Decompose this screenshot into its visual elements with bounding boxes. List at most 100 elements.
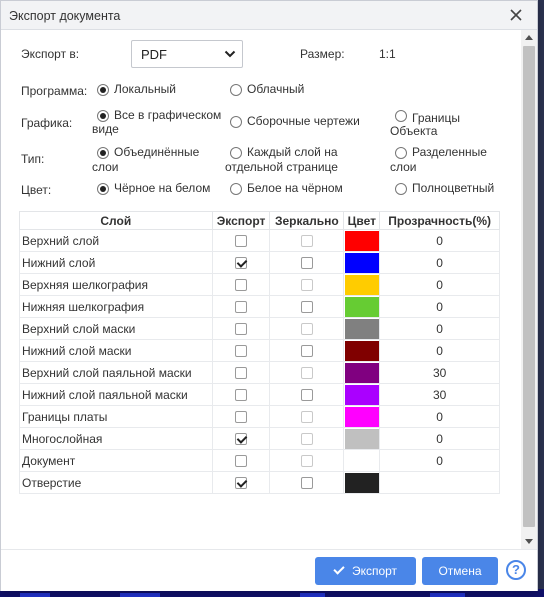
export-format-select[interactable]: PDF bbox=[131, 40, 243, 68]
export-checkbox[interactable] bbox=[235, 257, 248, 270]
layer-name: Верхний слой bbox=[19, 229, 213, 252]
table-row: Верхний слой паяльной маски 30 bbox=[19, 361, 500, 384]
color-swatch[interactable] bbox=[344, 428, 379, 449]
scroll-up-icon[interactable] bbox=[525, 35, 533, 40]
export-checkbox[interactable] bbox=[235, 345, 248, 358]
export-checkbox[interactable] bbox=[235, 367, 248, 380]
export-cell bbox=[211, 405, 271, 428]
mirror-cell bbox=[269, 229, 345, 252]
export-cell bbox=[211, 251, 271, 274]
radio-label: Белое на чёрном bbox=[247, 181, 343, 195]
table-row: Нижний слой 0 bbox=[19, 251, 500, 274]
radio-label-line2: Объекта bbox=[390, 124, 438, 138]
transparency-cell: 30 bbox=[379, 383, 500, 406]
layer-name: Отверстие bbox=[19, 471, 213, 494]
layer-name: Нижний слой bbox=[19, 251, 213, 274]
mirror-checkbox bbox=[300, 279, 313, 292]
export-checkbox[interactable] bbox=[235, 477, 248, 490]
dialog-titlebar: Экспорт документа bbox=[1, 1, 537, 30]
export-format-value: PDF bbox=[141, 47, 167, 62]
scrollbar-thumb[interactable] bbox=[523, 46, 535, 527]
transparency-cell: 0 bbox=[379, 427, 500, 450]
color-cell bbox=[343, 273, 381, 296]
help-icon[interactable]: ? bbox=[506, 560, 526, 580]
header-transparency: Прозрачность(%) bbox=[379, 211, 500, 230]
color-cell bbox=[343, 295, 381, 318]
close-icon[interactable] bbox=[507, 6, 525, 24]
graphics-label: Графика: bbox=[21, 116, 73, 130]
scroll-down-icon[interactable] bbox=[525, 539, 533, 544]
mirror-cell bbox=[269, 251, 345, 274]
table-row: Отверстие bbox=[19, 471, 500, 494]
color-swatch[interactable] bbox=[344, 472, 379, 493]
export-checkbox[interactable] bbox=[235, 433, 248, 446]
table-row: Верхняя шелкография 0 bbox=[19, 273, 500, 296]
export-checkbox[interactable] bbox=[235, 301, 248, 314]
transparency-cell: 0 bbox=[379, 449, 500, 472]
table-row: Нижняя шелкография 0 bbox=[19, 295, 500, 318]
export-checkbox[interactable] bbox=[235, 279, 248, 292]
transparency-cell: 0 bbox=[379, 251, 500, 274]
background-canvas-edge bbox=[538, 0, 544, 597]
export-checkbox[interactable] bbox=[235, 235, 248, 248]
type-label: Тип: bbox=[21, 152, 45, 166]
table-header-row: Слой Экспорт Зеркально Цвет Прозрачность… bbox=[19, 211, 500, 230]
radio-dot bbox=[97, 147, 109, 159]
mirror-cell bbox=[269, 471, 345, 494]
color-cell bbox=[343, 471, 381, 494]
color-swatch[interactable] bbox=[344, 384, 379, 405]
vertical-scrollbar[interactable] bbox=[521, 30, 537, 549]
radio-label-line2: слои bbox=[390, 160, 417, 174]
color-swatch[interactable] bbox=[344, 274, 379, 295]
color-swatch[interactable] bbox=[344, 340, 379, 361]
layer-name: Верхний слой паяльной маски bbox=[19, 361, 213, 384]
export-cell bbox=[211, 383, 271, 406]
color-swatch[interactable] bbox=[344, 296, 379, 317]
dialog-content: Экспорт в: PDF Размер: 1:1 Программа: Ло… bbox=[1, 30, 521, 549]
transparency-cell: 0 bbox=[379, 405, 500, 428]
table-row: Верхний слой 0 bbox=[19, 229, 500, 252]
color-swatch[interactable] bbox=[344, 406, 379, 427]
table-row: Нижний слой паяльной маски 30 bbox=[19, 383, 500, 406]
radio-label: Облачный bbox=[247, 82, 305, 96]
mirror-checkbox[interactable] bbox=[300, 389, 313, 402]
mirror-checkbox[interactable] bbox=[300, 477, 313, 490]
color-swatch[interactable] bbox=[344, 230, 379, 251]
export-checkbox[interactable] bbox=[235, 389, 248, 402]
transparency-cell: 30 bbox=[379, 361, 500, 384]
color-swatch[interactable] bbox=[344, 252, 379, 273]
color-swatch[interactable] bbox=[344, 362, 379, 383]
export-checkbox[interactable] bbox=[235, 323, 248, 336]
export-cell bbox=[211, 229, 271, 252]
color-cell bbox=[343, 361, 381, 384]
radio-label: Полноцветный bbox=[412, 181, 495, 195]
color-swatch[interactable] bbox=[344, 450, 379, 471]
radio-dot bbox=[97, 183, 109, 195]
export-checkbox[interactable] bbox=[235, 455, 248, 468]
export-checkbox[interactable] bbox=[235, 411, 248, 424]
radio-dot bbox=[230, 116, 242, 128]
layer-name: Нижний слой маски bbox=[19, 339, 213, 362]
mirror-checkbox bbox=[300, 411, 313, 424]
mirror-cell bbox=[269, 317, 345, 340]
cancel-button[interactable]: Отмена bbox=[422, 557, 498, 585]
color-swatch[interactable] bbox=[344, 318, 379, 339]
mirror-cell bbox=[269, 405, 345, 428]
transparency-cell: 0 bbox=[379, 317, 500, 340]
radio-label-line2: слои bbox=[92, 160, 119, 174]
mirror-checkbox[interactable] bbox=[300, 257, 313, 270]
dialog-title: Экспорт документа bbox=[9, 9, 121, 23]
mirror-checkbox[interactable] bbox=[300, 345, 313, 358]
mirror-checkbox bbox=[300, 433, 313, 446]
layer-name: Границы платы bbox=[19, 405, 213, 428]
radio-label-line2: виде bbox=[92, 122, 119, 136]
mirror-checkbox[interactable] bbox=[300, 301, 313, 314]
transparency-cell: 0 bbox=[379, 339, 500, 362]
export-cell bbox=[211, 273, 271, 296]
mirror-cell bbox=[269, 295, 345, 318]
chevron-down-icon bbox=[224, 50, 236, 58]
color-cell bbox=[343, 449, 381, 472]
export-button[interactable]: Экспорт bbox=[315, 557, 416, 585]
radio-dot bbox=[230, 147, 242, 159]
radio-label-line2: отдельной странице bbox=[225, 160, 338, 174]
